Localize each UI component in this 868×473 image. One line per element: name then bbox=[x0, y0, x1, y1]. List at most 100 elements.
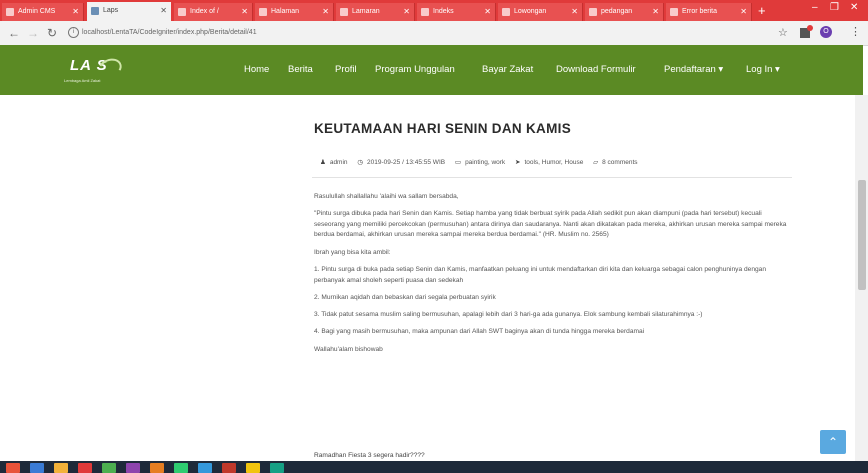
close-icon[interactable]: ✕ bbox=[652, 3, 659, 21]
tab-favicon-icon bbox=[91, 7, 99, 15]
reload-icon[interactable]: ↻ bbox=[47, 25, 57, 41]
tab-label: Index of / bbox=[190, 8, 219, 15]
url-field[interactable]: i localhost/LentaTA/CodeIgniter/index.php… bbox=[68, 24, 768, 42]
extension-icon[interactable] bbox=[800, 25, 813, 38]
article-paragraph: 1. Pintu surga di buka pada setiap Senin… bbox=[314, 266, 766, 284]
nav-profil[interactable]: Profil bbox=[335, 64, 357, 75]
taskbar-app-icon[interactable] bbox=[174, 463, 188, 473]
nav-bayar-zakat[interactable]: Bayar Zakat bbox=[482, 64, 533, 75]
close-icon[interactable]: ✕ bbox=[322, 3, 329, 21]
article-datetime: 2019-09-25 / 13:45:55 WIB bbox=[367, 159, 446, 166]
nav-login-dropdown[interactable]: Log In ▾ bbox=[746, 64, 780, 75]
browser-tab[interactable]: Lamaran ✕ bbox=[336, 3, 415, 21]
close-icon[interactable]: ✕ bbox=[571, 3, 578, 21]
browser-tab[interactable]: Admin CMS ✕ bbox=[2, 3, 84, 21]
taskbar-app-icon[interactable] bbox=[102, 463, 116, 473]
tab-label: pedangan bbox=[601, 8, 633, 15]
tab-favicon-icon bbox=[178, 8, 186, 16]
tab-favicon-icon bbox=[589, 8, 597, 16]
nav-program-unggulan[interactable]: Program Unggulan bbox=[375, 64, 455, 75]
close-icon[interactable]: ✕ bbox=[484, 3, 491, 21]
bookmark-star-icon[interactable]: ☆ bbox=[778, 26, 788, 39]
info-icon[interactable]: i bbox=[68, 26, 79, 38]
taskbar-app-icon[interactable] bbox=[150, 463, 164, 473]
taskbar-app-icon[interactable] bbox=[78, 463, 92, 473]
taskbar-app-icon[interactable] bbox=[246, 463, 260, 473]
forward-icon[interactable]: → bbox=[27, 25, 39, 41]
tab-favicon-icon bbox=[421, 8, 429, 16]
article-content: Rasulullah shallallahu 'alaihi wa sallam… bbox=[314, 192, 792, 362]
browser-tab[interactable]: Indeks ✕ bbox=[417, 3, 496, 21]
comment-icon: ▱ bbox=[593, 159, 599, 166]
article-tags[interactable]: tools, Humor, House bbox=[524, 159, 583, 166]
browser-menu-icon[interactable]: ⋮ bbox=[850, 25, 861, 38]
article-author[interactable]: admin bbox=[330, 159, 348, 166]
article-comments[interactable]: 8 comments bbox=[602, 159, 637, 166]
logo-subtitle: Lembaga Amil Zakat bbox=[64, 78, 101, 83]
article-paragraph: Wallahu'alam bishowab bbox=[314, 345, 383, 353]
close-icon[interactable]: ✕ bbox=[403, 3, 410, 21]
folder-icon: ▭ bbox=[454, 159, 462, 166]
profile-extension-icon[interactable]: O bbox=[820, 26, 832, 38]
browser-tab[interactable]: Halaman ✕ bbox=[255, 3, 334, 21]
url-text: localhost/LentaTA/CodeIgniter/index.php/… bbox=[82, 29, 257, 36]
next-article-link[interactable]: Ramadhan Fiesta 3 segera hadir???? bbox=[314, 452, 425, 459]
browser-tab-active[interactable]: Laps ✕ bbox=[87, 2, 171, 21]
article-categories[interactable]: painting, work bbox=[465, 159, 505, 166]
nav-berita[interactable]: Berita bbox=[288, 64, 313, 75]
browser-tab[interactable]: pedangan ✕ bbox=[585, 3, 664, 21]
tag-icon: ➤ bbox=[514, 159, 521, 166]
meta-divider bbox=[312, 177, 792, 178]
tab-label: Error berita bbox=[682, 8, 718, 15]
browser-tab-strip: Admin CMS ✕ Laps ✕ Index of / ✕ Halaman ✕ La… bbox=[0, 0, 868, 21]
user-icon: ♟ bbox=[320, 159, 326, 166]
start-icon[interactable] bbox=[6, 463, 20, 473]
chevron-up-icon: ⌃ bbox=[827, 435, 839, 449]
browser-tab[interactable]: Lowongan ✕ bbox=[498, 3, 583, 21]
taskbar-app-icon[interactable] bbox=[30, 463, 44, 473]
article-paragraph: 4. Bagi yang masih bermusuhan, maka ampu… bbox=[314, 328, 645, 336]
tab-label: Lamaran bbox=[352, 8, 380, 15]
tab-label: Laps bbox=[103, 7, 119, 14]
minimize-icon[interactable]: – bbox=[812, 2, 818, 13]
browser-tab[interactable]: Index of / ✕ bbox=[174, 3, 253, 21]
close-icon[interactable]: ✕ bbox=[740, 3, 747, 21]
tab-label: Halaman bbox=[271, 8, 300, 15]
article-paragraph: "Pintu surga dibuka pada hari Senin dan … bbox=[314, 210, 787, 239]
tab-label: Lowongan bbox=[514, 8, 547, 15]
maximize-icon[interactable]: ❐ bbox=[830, 2, 839, 13]
taskbar-app-icon[interactable] bbox=[270, 463, 284, 473]
article-title: KEUTAMAAN HARI SENIN DAN KAMIS bbox=[314, 121, 571, 136]
taskbar-app-icon[interactable] bbox=[126, 463, 140, 473]
tab-favicon-icon bbox=[502, 8, 510, 16]
taskbar-app-icon[interactable] bbox=[54, 463, 68, 473]
article-paragraph: 3. Tidak patut sesama muslim saling berm… bbox=[314, 311, 703, 319]
address-bar: ← → ↻ i localhost/LentaTA/CodeIgniter/ind… bbox=[0, 21, 868, 46]
back-icon[interactable]: ← bbox=[8, 25, 20, 41]
new-tab-icon[interactable]: + bbox=[758, 2, 766, 19]
close-icon[interactable]: ✕ bbox=[160, 2, 167, 20]
browser-tab[interactable]: Error berita ✕ bbox=[666, 3, 752, 21]
scrollbar-thumb[interactable] bbox=[858, 180, 866, 290]
nav-home[interactable]: Home bbox=[241, 64, 272, 98]
nav-pendaftaran-dropdown[interactable]: Pendaftaran ▾ bbox=[664, 64, 723, 75]
tab-favicon-icon bbox=[670, 8, 678, 16]
tab-label: Admin CMS bbox=[18, 8, 56, 15]
taskbar-app-icon[interactable] bbox=[222, 463, 236, 473]
close-icon[interactable]: ✕ bbox=[241, 3, 248, 21]
article-meta: ♟ admin ◷ 2019-09-25 / 13:45:55 WIB ▭ paint… bbox=[320, 158, 638, 166]
tab-favicon-icon bbox=[259, 8, 267, 16]
site-navbar: LA S Lembaga Amil Zakat Home Berita Prof… bbox=[0, 45, 863, 98]
tab-label: Indeks bbox=[433, 8, 454, 15]
clock-icon: ◷ bbox=[357, 159, 364, 166]
window-close-icon[interactable]: ✕ bbox=[850, 2, 858, 13]
taskbar-app-icon[interactable] bbox=[198, 463, 212, 473]
nav-download-formulir[interactable]: Download Formulir bbox=[556, 64, 636, 75]
tab-favicon-icon bbox=[340, 8, 348, 16]
close-icon[interactable]: ✕ bbox=[72, 3, 79, 21]
article-paragraph: Rasulullah shallallahu 'alaihi wa sallam… bbox=[314, 193, 459, 200]
article-paragraph: Ibrah yang bisa kita ambil: bbox=[314, 248, 391, 256]
site-logo[interactable]: LA S Lembaga Amil Zakat bbox=[62, 55, 128, 87]
scroll-to-top-button[interactable]: ⌃ bbox=[820, 430, 846, 454]
tab-favicon-icon bbox=[6, 8, 14, 16]
